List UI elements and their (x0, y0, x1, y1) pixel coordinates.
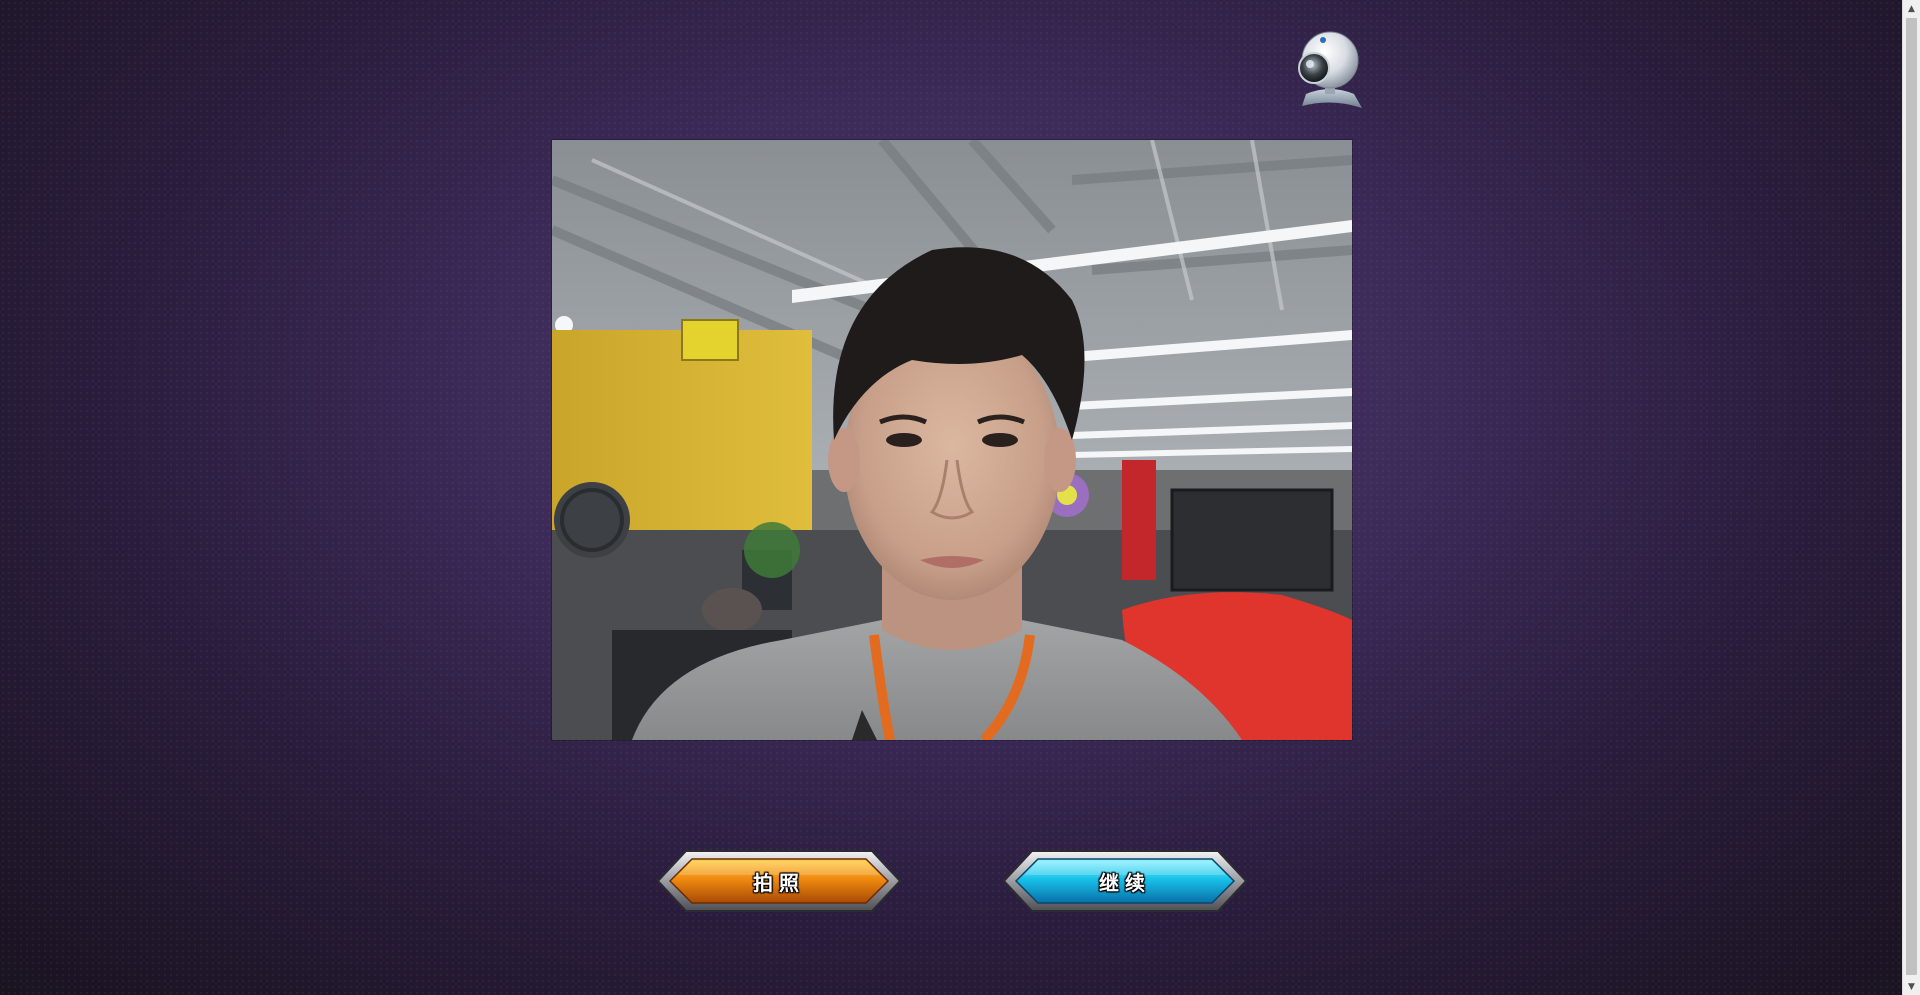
vertical-scrollbar[interactable]: ▲ ▼ (1902, 0, 1920, 995)
scrollbar-thumb[interactable] (1906, 18, 1917, 975)
camera-preview (552, 140, 1352, 740)
arrow-up-icon[interactable]: ▲ (1903, 0, 1920, 17)
take-photo-button[interactable]: 拍照 (656, 849, 902, 913)
continue-label: 继续 (1099, 870, 1151, 895)
arrow-down-icon[interactable]: ▼ (1903, 978, 1920, 995)
webcam-icon[interactable] (1292, 28, 1368, 112)
continue-button[interactable]: 继续 (1002, 849, 1248, 913)
camera-feed-image (552, 140, 1352, 740)
take-photo-label: 拍照 (753, 870, 805, 895)
